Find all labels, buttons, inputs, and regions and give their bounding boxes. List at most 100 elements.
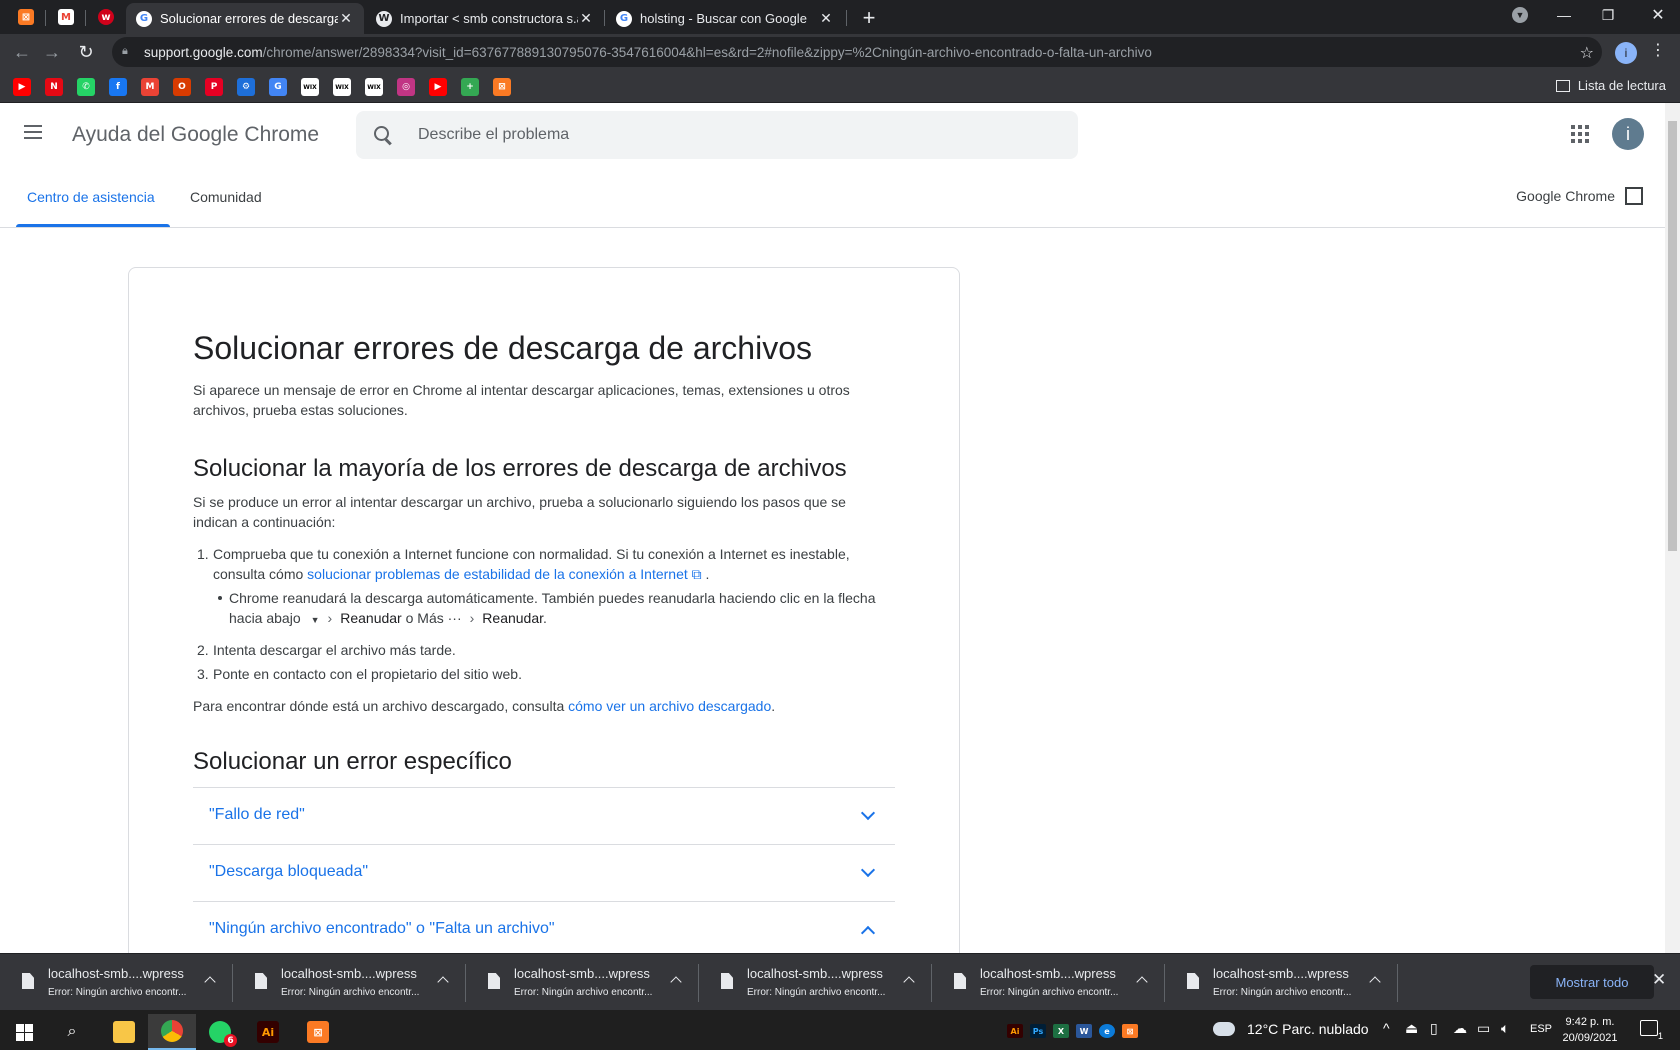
scrollbar-thumb[interactable] bbox=[1668, 121, 1677, 551]
accordion-network-failed[interactable]: "Fallo de red" bbox=[193, 787, 895, 844]
whatsapp-icon[interactable]: ✆ bbox=[77, 78, 95, 96]
tab-help-center[interactable]: Centro de asistencia bbox=[27, 189, 155, 205]
bookmark-star-icon[interactable]: ☆ bbox=[1580, 43, 1594, 63]
chevron-up-icon[interactable]: ^ bbox=[1383, 1020, 1390, 1036]
pinned-tab-xampp[interactable]: ⊠ bbox=[8, 0, 44, 34]
gmail-icon[interactable]: M bbox=[141, 78, 159, 96]
office-icon[interactable]: O bbox=[173, 78, 191, 96]
external-link-icon bbox=[1625, 187, 1643, 205]
chevron-up-icon[interactable] bbox=[670, 976, 682, 988]
edge-tray-icon[interactable]: e bbox=[1099, 1024, 1115, 1038]
facebook-icon[interactable]: f bbox=[109, 78, 127, 96]
chevron-up-icon[interactable] bbox=[1369, 976, 1381, 988]
weather-widget[interactable]: 12°C Parc. nublado bbox=[1209, 1016, 1369, 1037]
word-tray-icon[interactable]: W bbox=[1076, 1024, 1092, 1038]
xampp-icon: ⊠ bbox=[18, 9, 34, 25]
close-tab-icon[interactable]: ✕ bbox=[818, 10, 834, 27]
reload-button[interactable]: ↻ bbox=[73, 39, 99, 65]
download-item[interactable]: localhost-smb....wpress Error: Ningún arc… bbox=[0, 954, 233, 1011]
battery-icon[interactable]: ▯ bbox=[1430, 1020, 1438, 1037]
page-scrollbar[interactable] bbox=[1665, 103, 1680, 953]
photoshop-tray-icon[interactable]: Ps bbox=[1030, 1024, 1046, 1038]
search-box[interactable]: Describe el problema bbox=[356, 111, 1078, 159]
site-title[interactable]: Ayuda del Google Chrome bbox=[72, 123, 319, 147]
view-download-link[interactable]: cómo ver un archivo descargado bbox=[568, 698, 771, 714]
download-item[interactable]: localhost-smb....wpress Error: Ningún arc… bbox=[233, 954, 466, 1011]
accordion-label: "Fallo de red" bbox=[209, 806, 305, 823]
section1-intro: Si se produce un error al intentar desca… bbox=[193, 494, 846, 530]
translate-icon[interactable]: G bbox=[269, 78, 287, 96]
search-taskbar-button[interactable]: ⌕ bbox=[48, 1014, 96, 1050]
help-nav: Centro de asistencia Comunidad Google Ch… bbox=[0, 167, 1665, 228]
address-bar[interactable]: 🔒︎ support.google.com/chrome/answer/2898… bbox=[112, 37, 1602, 67]
tab-active[interactable]: G Solucionar errores de descarga d ✕ bbox=[126, 3, 364, 34]
pinterest-icon[interactable]: P bbox=[205, 78, 223, 96]
language-indicator[interactable]: ESP bbox=[1530, 1023, 1552, 1035]
file-explorer-button[interactable] bbox=[100, 1014, 148, 1050]
new-tab-button[interactable]: + bbox=[855, 4, 883, 32]
youtube-icon[interactable]: ▶ bbox=[429, 78, 447, 96]
close-tab-icon[interactable]: ✕ bbox=[578, 10, 594, 27]
instagram-icon[interactable]: ◎ bbox=[397, 78, 415, 96]
plus-app-icon[interactable]: + bbox=[461, 78, 479, 96]
accordion-label: "Descarga bloqueada" bbox=[209, 863, 369, 880]
pinned-tab-wordpress[interactable]: w bbox=[88, 0, 124, 34]
usb-icon[interactable]: ⏏ bbox=[1405, 1020, 1418, 1037]
restore-button[interactable]: ❐ bbox=[1586, 0, 1630, 30]
tab-wordpress-import[interactable]: W Importar < smb constructora s.a. ✕ bbox=[366, 3, 604, 34]
chrome-taskbar-button[interactable] bbox=[148, 1014, 196, 1050]
download-item[interactable]: localhost-smb....wpress Error: Ningún arc… bbox=[466, 954, 699, 1011]
main-menu-icon[interactable] bbox=[24, 125, 44, 141]
xampp-icon[interactable]: ⊠ bbox=[493, 78, 511, 96]
wix-icon[interactable]: WIX bbox=[301, 78, 319, 96]
edge-bookmark-icon[interactable]: ⚙ bbox=[237, 78, 255, 96]
accordion-download-blocked[interactable]: "Descarga bloqueada" bbox=[193, 844, 895, 901]
close-tab-icon[interactable]: ✕ bbox=[338, 10, 354, 27]
chevron-up-icon[interactable] bbox=[437, 976, 449, 988]
tab-google-search[interactable]: G holsting - Buscar con Google ✕ bbox=[606, 3, 844, 34]
xampp-tray-icon[interactable]: ⊠ bbox=[1122, 1024, 1138, 1038]
tab-community[interactable]: Comunidad bbox=[190, 189, 262, 205]
clock-time: 9:42 p. m. bbox=[1565, 1016, 1615, 1028]
start-button[interactable] bbox=[0, 1014, 48, 1050]
notifications-icon[interactable]: 1 bbox=[1640, 1020, 1663, 1041]
download-item[interactable]: localhost-smb....wpress Error: Ningún arc… bbox=[932, 954, 1165, 1011]
onedrive-icon[interactable]: ☁ bbox=[1453, 1020, 1467, 1037]
chevron-up-icon[interactable] bbox=[903, 976, 915, 988]
wix-icon[interactable]: WIX bbox=[365, 78, 383, 96]
chevron-up-icon[interactable] bbox=[1136, 976, 1148, 988]
wix-icon[interactable]: WIX bbox=[333, 78, 351, 96]
show-all-downloads-button[interactable]: Mostrar todo bbox=[1530, 965, 1654, 999]
download-status: Error: Ningún archivo encontr... bbox=[1213, 987, 1352, 998]
account-avatar[interactable]: i bbox=[1612, 118, 1644, 150]
accordion-no-file[interactable]: "Ningún archivo encontrado" o "Falta un … bbox=[193, 901, 895, 953]
download-item[interactable]: localhost-smb....wpress Error: Ningún arc… bbox=[699, 954, 932, 1011]
netflix-icon[interactable]: N bbox=[45, 78, 63, 96]
youtube-icon[interactable]: ▶ bbox=[13, 78, 31, 96]
profile-avatar[interactable]: i bbox=[1615, 42, 1637, 64]
tab-search-icon[interactable]: ▼ bbox=[1498, 0, 1542, 30]
close-window-button[interactable]: ✕ bbox=[1636, 0, 1680, 30]
back-button[interactable]: ← bbox=[9, 39, 35, 65]
illustrator-tray-icon[interactable]: Ai bbox=[1007, 1024, 1023, 1038]
internet-stability-link[interactable]: solucionar problemas de estabilidad de l… bbox=[307, 566, 688, 582]
minimize-button[interactable]: — bbox=[1542, 0, 1586, 30]
volume-icon[interactable]: 🔈︎ bbox=[1501, 1020, 1509, 1037]
menu-kebab-icon[interactable]: ⋮ bbox=[1650, 40, 1666, 60]
excel-tray-icon[interactable]: X bbox=[1053, 1024, 1069, 1038]
whatsapp-taskbar-button[interactable]: 6 bbox=[196, 1014, 244, 1050]
file-icon bbox=[1187, 973, 1199, 989]
clock[interactable]: 9:42 p. m. 20/09/2021 bbox=[1560, 1014, 1620, 1046]
forward-button[interactable]: → bbox=[39, 39, 65, 65]
chevron-up-icon[interactable] bbox=[204, 976, 216, 988]
xampp-taskbar-button[interactable]: ⊠ bbox=[294, 1014, 342, 1050]
reading-list-button[interactable]: Lista de lectura bbox=[1555, 78, 1666, 93]
close-download-shelf-icon[interactable]: ✕ bbox=[1652, 970, 1666, 990]
google-apps-icon[interactable] bbox=[1571, 125, 1589, 143]
illustrator-taskbar-button[interactable]: Ai bbox=[244, 1014, 292, 1050]
product-link[interactable]: Google Chrome bbox=[1516, 187, 1643, 205]
download-item[interactable]: localhost-smb....wpress Error: Ningún arc… bbox=[1165, 954, 1398, 1011]
download-filename: localhost-smb....wpress bbox=[1213, 966, 1349, 981]
network-icon[interactable]: ▭ bbox=[1477, 1020, 1490, 1037]
pinned-tab-gmail[interactable]: M bbox=[48, 0, 84, 34]
